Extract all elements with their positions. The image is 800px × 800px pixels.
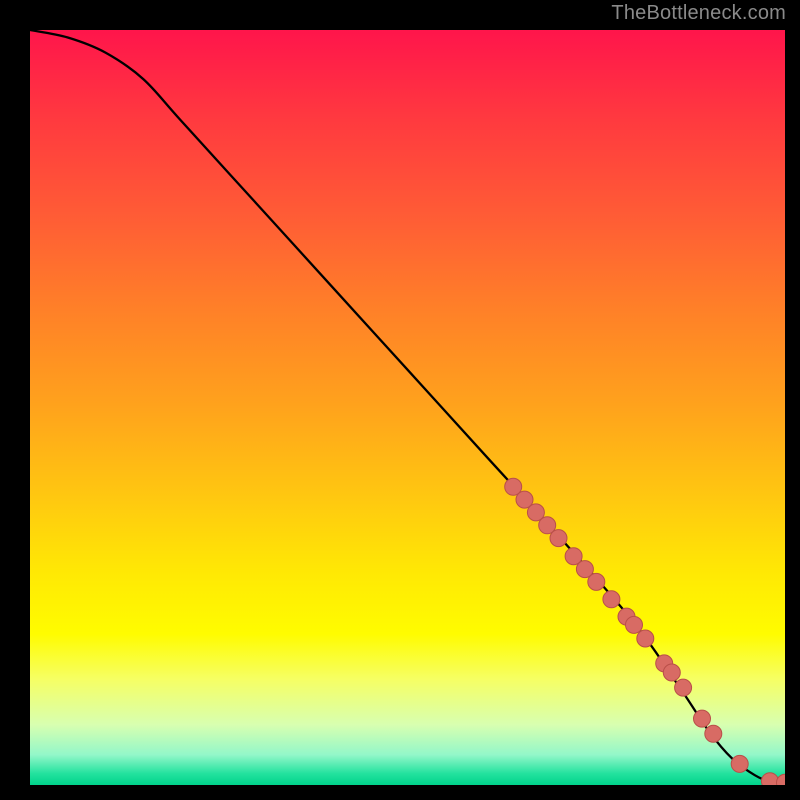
chart-stage: TheBottleneck.com bbox=[0, 0, 800, 800]
plot-area bbox=[30, 30, 785, 785]
marker-point bbox=[731, 755, 748, 772]
marker-point bbox=[675, 679, 692, 696]
marker-point bbox=[626, 616, 643, 633]
marker-point bbox=[777, 774, 786, 785]
marker-point bbox=[705, 725, 722, 742]
attribution-label: TheBottleneck.com bbox=[611, 2, 786, 25]
marker-point bbox=[550, 530, 567, 547]
marker-point bbox=[694, 710, 711, 727]
marker-point bbox=[761, 773, 778, 785]
marker-layer bbox=[505, 478, 785, 785]
marker-point bbox=[637, 630, 654, 647]
marker-point bbox=[603, 591, 620, 608]
marker-point bbox=[663, 664, 680, 681]
marker-point bbox=[588, 573, 605, 590]
chart-svg bbox=[30, 30, 785, 785]
